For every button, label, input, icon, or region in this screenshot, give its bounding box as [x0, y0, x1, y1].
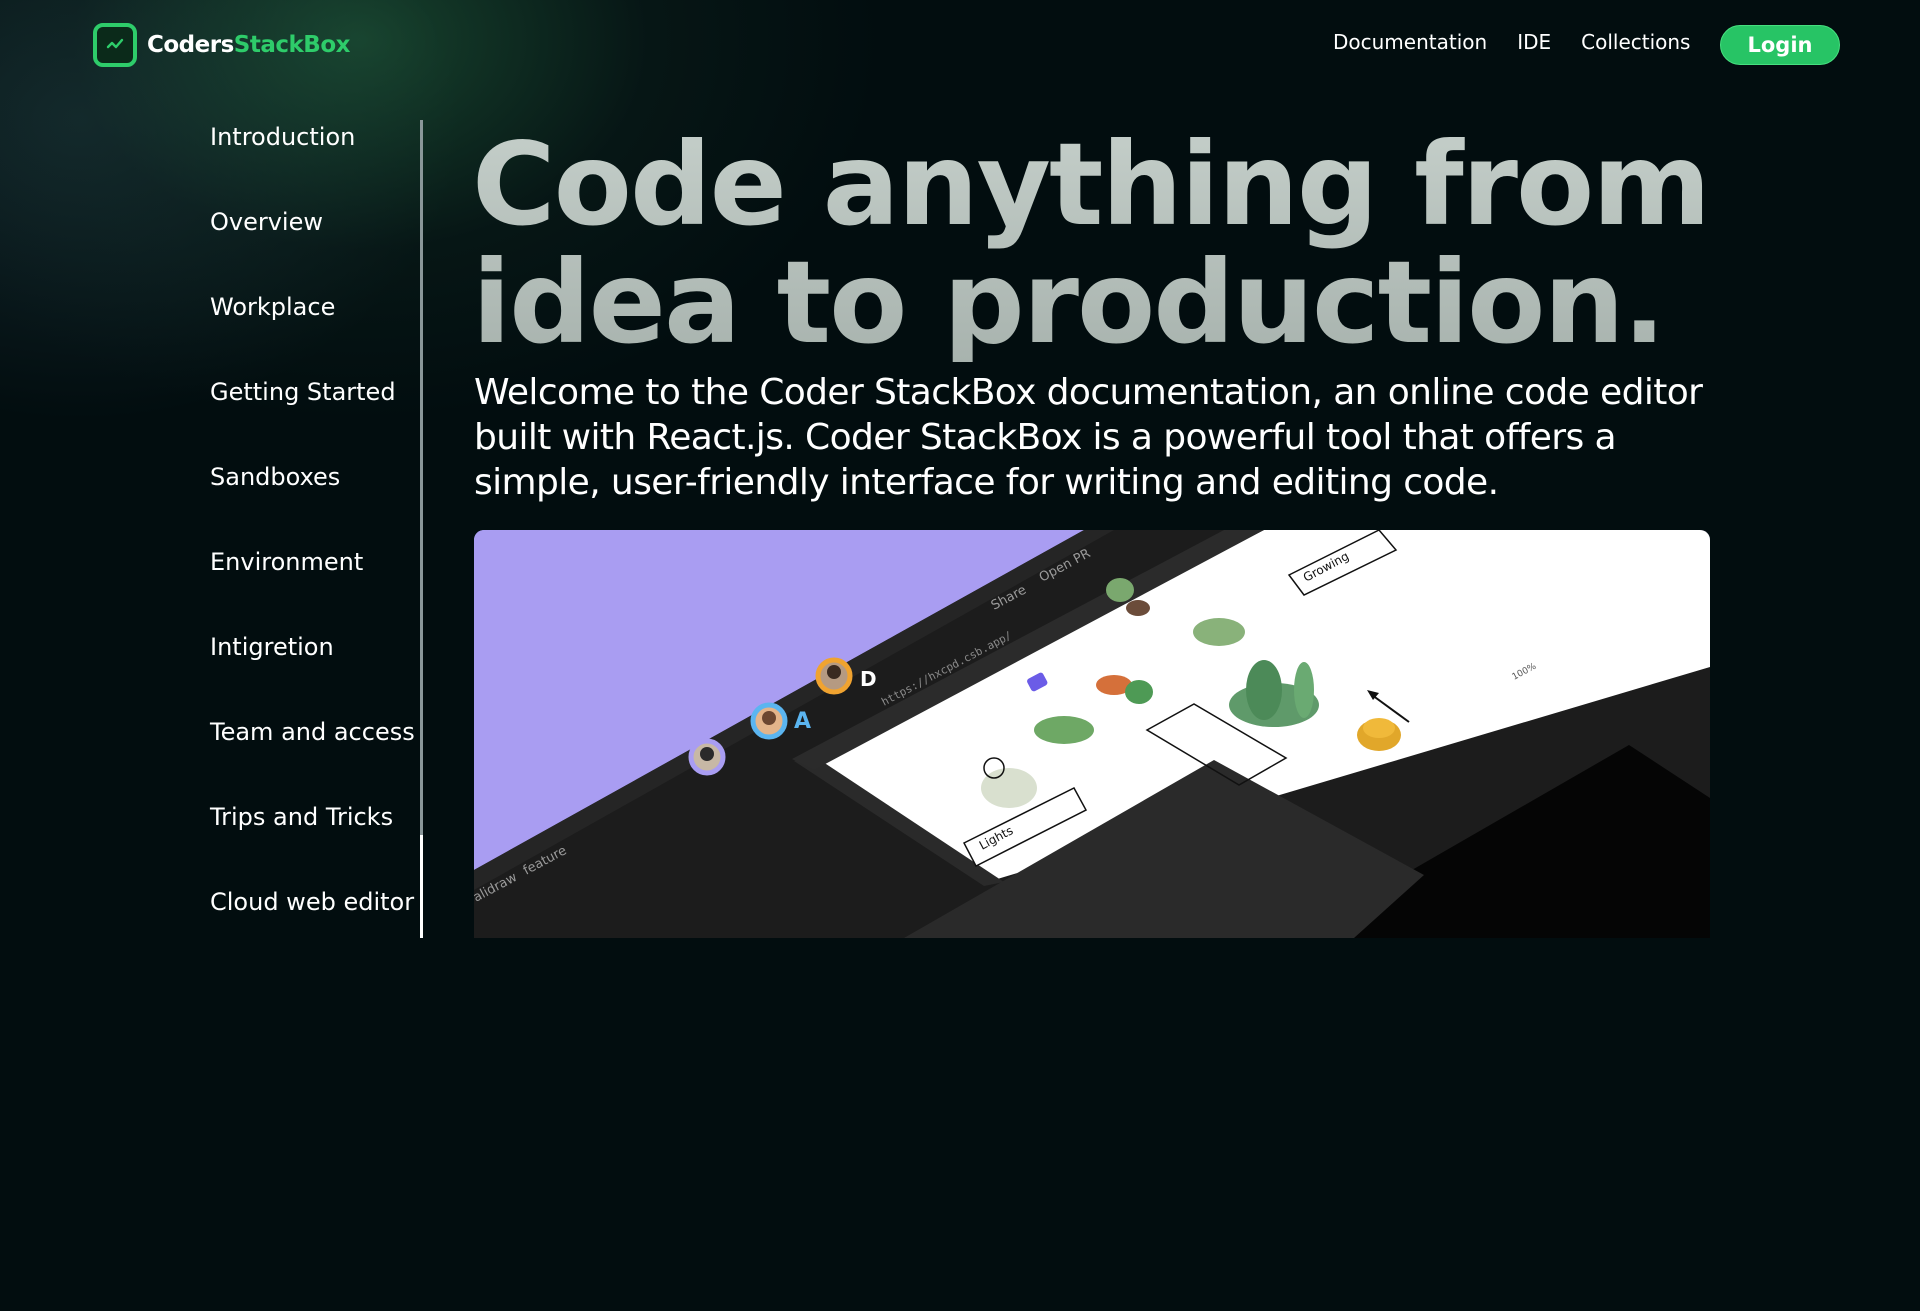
- site-header: CodersStackBox Documentation IDE Collect…: [0, 0, 1920, 90]
- sidebar-item-getting-started[interactable]: Getting Started: [210, 378, 396, 406]
- page-title-line-2: idea to production.: [472, 236, 1664, 369]
- logo-text-stackbox: StackBox: [233, 32, 351, 58]
- sidebar-item-overview[interactable]: Overview: [210, 208, 323, 236]
- sidebar-item-intigretion[interactable]: Intigretion: [210, 633, 334, 661]
- nav-ide[interactable]: IDE: [1517, 30, 1551, 54]
- sidebar-active-indicator: [420, 835, 423, 938]
- logo-text: CodersStackBox: [147, 32, 350, 58]
- hero-illustration: Share Open PR https://hxcpd.csb.app/ ali…: [474, 530, 1710, 938]
- page-title: Code anything from idea to production.: [472, 126, 1772, 362]
- sidebar-item-environment[interactable]: Environment: [210, 548, 363, 576]
- top-nav: Documentation IDE Collections: [1333, 30, 1720, 54]
- sidebar-item-cloud-web-editor[interactable]: Cloud web editor: [210, 888, 414, 916]
- sidebar-item-sandboxes[interactable]: Sandboxes: [210, 463, 340, 491]
- sidebar-item-workplace[interactable]: Workplace: [210, 293, 335, 321]
- nav-collections[interactable]: Collections: [1581, 30, 1690, 54]
- sidebar-item-team-and-access[interactable]: Team and access: [210, 718, 415, 746]
- login-button[interactable]: Login: [1720, 25, 1840, 65]
- docs-sidebar: Introduction Overview Workplace Getting …: [210, 120, 424, 938]
- sidebar-item-trips-and-tricks[interactable]: Trips and Tricks: [210, 803, 393, 831]
- nav-documentation[interactable]: Documentation: [1333, 30, 1487, 54]
- logo-text-coders: Coders: [147, 32, 234, 58]
- page-title-line-1: Code anything from: [472, 118, 1710, 251]
- sidebar-divider: [420, 120, 423, 938]
- logo[interactable]: CodersStackBox: [93, 22, 350, 68]
- page-description: Welcome to the Coder StackBox documentat…: [474, 372, 1703, 503]
- sidebar-item-introduction[interactable]: Introduction: [210, 123, 355, 151]
- avatar-initial-d: D: [860, 667, 877, 691]
- avatar-initial-a: A: [794, 709, 811, 734]
- logo-icon: [93, 23, 137, 67]
